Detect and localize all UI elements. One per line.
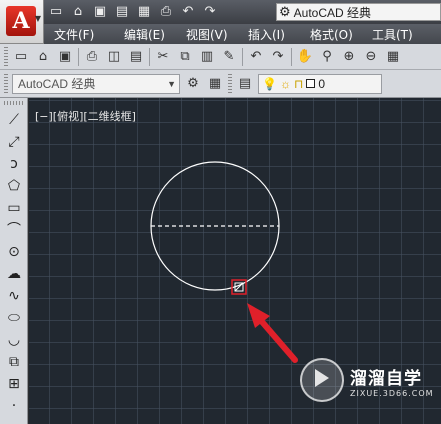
toolbar-grip[interactable]	[4, 46, 8, 67]
insert-block-icon[interactable]: ⧉	[4, 352, 24, 372]
layer-combo[interactable]: 💡 ☼ ⊓ 0	[258, 73, 382, 94]
saveas-icon[interactable]: ▤	[114, 4, 130, 20]
lightbulb-icon: 💡	[262, 76, 277, 91]
watermark-url: ZIXUE.3D66.COM	[350, 389, 434, 398]
toolbar-divider	[78, 47, 79, 66]
ellipse-arc-icon[interactable]: ◡	[4, 330, 24, 350]
arc-icon[interactable]: ⌒	[4, 220, 24, 240]
menu-format[interactable]: 格式(O)	[298, 26, 360, 43]
new-icon[interactable]: ▭	[48, 4, 64, 20]
undo-icon[interactable]: ↶	[247, 48, 265, 66]
publish-icon[interactable]: ▤	[127, 48, 145, 66]
redo-icon[interactable]: ↷	[202, 4, 218, 20]
polygon-icon[interactable]: ⬠	[4, 176, 24, 196]
spline-icon[interactable]: ∿	[4, 286, 24, 306]
toolbar-divider	[291, 47, 292, 66]
redo-icon[interactable]: ↷	[269, 48, 287, 66]
autocad-logo-icon: A	[6, 6, 36, 36]
copy-icon[interactable]: ⧉	[176, 48, 194, 66]
line-icon[interactable]: ⟋	[4, 110, 24, 130]
workspace-layers-toolbar: AutoCAD 经典 ▼ ⚙ ▦ ▤ 💡 ☼ ⊓ 0	[0, 70, 441, 98]
circle-icon[interactable]: ⊙	[4, 242, 24, 262]
revision-cloud-icon[interactable]: ☁	[4, 264, 24, 284]
chevron-down-icon: ▼	[34, 14, 41, 23]
workspace-title: AutoCAD 经典	[293, 5, 372, 20]
save-icon[interactable]: ▣	[92, 4, 108, 20]
pointer-arrow-shaft	[254, 313, 298, 363]
publish-icon[interactable]: ▦	[136, 4, 152, 20]
menu-bar: 文件(F) 编辑(E) 视图(V) 插入(I) 格式(O) 工具(T)	[44, 24, 441, 44]
ellipse-icon[interactable]: ⬭	[4, 308, 24, 328]
make-block-icon[interactable]: ⊞	[4, 374, 24, 394]
toolbar-divider	[242, 47, 243, 66]
play-icon	[315, 369, 329, 387]
watermark: 溜溜自学 ZIXUE.3D66.COM	[300, 354, 433, 410]
toolbar-grip[interactable]	[228, 73, 232, 94]
open-icon[interactable]: ⌂	[34, 48, 52, 66]
plot-icon[interactable]: ⎙	[158, 4, 174, 20]
menu-insert[interactable]: 插入(I)	[236, 26, 298, 43]
standard-toolbar: ▭ ⌂ ▣ ⎙ ◫ ▤ ✂ ⧉ ▥ ✎ ↶ ↷ ✋ ⚲ ⊕ ⊖ ▦	[0, 44, 441, 70]
match-properties-icon[interactable]: ✎	[220, 48, 238, 66]
polyline-icon[interactable]: ↄ	[4, 154, 24, 174]
layer-manager-icon[interactable]: ▤	[236, 75, 254, 93]
workspace-combo[interactable]: AutoCAD 经典 ▼	[12, 73, 180, 94]
watermark-brand: 溜溜自学	[350, 369, 422, 389]
zoom-previous-icon[interactable]: ⊖	[362, 48, 380, 66]
draw-toolbar: ⟋ ⤢ ↄ ⬠ ▭ ⌒ ⊙ ☁ ∿ ⬭ ◡ ⧉ ⊞ ·	[0, 98, 28, 424]
properties-icon[interactable]: ▦	[384, 48, 402, 66]
point-icon[interactable]: ·	[4, 396, 24, 416]
menu-tools[interactable]: 工具(T)	[360, 26, 422, 43]
paste-icon[interactable]: ▥	[198, 48, 216, 66]
toolbar-grip[interactable]	[4, 73, 8, 94]
chevron-down-icon: ▼	[167, 78, 176, 89]
sun-icon: ☼	[279, 76, 291, 91]
rectangle-icon[interactable]: ▭	[4, 198, 24, 218]
pan-icon[interactable]: ✋	[296, 48, 314, 66]
workspace-settings-icon[interactable]: ⚙	[184, 75, 202, 93]
menu-view[interactable]: 视图(V)	[174, 26, 236, 43]
gear-icon: ⚙	[279, 4, 291, 19]
plot-icon[interactable]: ⎙	[83, 48, 101, 66]
menu-edit[interactable]: 编辑(E)	[112, 26, 174, 43]
new-icon[interactable]: ▭	[12, 48, 30, 66]
workspace-combo-value: AutoCAD 经典	[18, 77, 96, 91]
menu-file[interactable]: 文件(F)	[44, 26, 112, 43]
application-menu-button[interactable]: A ▼	[0, 0, 44, 44]
toolbar-grip[interactable]	[4, 101, 24, 105]
cut-icon[interactable]: ✂	[154, 48, 172, 66]
layer-name: 0	[318, 76, 326, 91]
lock-icon: ⊓	[293, 76, 304, 91]
toolbar-divider	[149, 47, 150, 66]
save-icon[interactable]: ▣	[56, 48, 74, 66]
construction-line-icon[interactable]: ⤢	[4, 132, 24, 152]
customize-icon[interactable]: ▦	[206, 75, 224, 93]
zoom-window-icon[interactable]: ⊕	[340, 48, 358, 66]
zoom-realtime-icon[interactable]: ⚲	[318, 48, 336, 66]
undo-icon[interactable]: ↶	[180, 4, 196, 20]
quick-access-toolbar: ▭ ⌂ ▣ ▤ ▦ ⎙ ↶ ↷	[48, 2, 218, 22]
plot-preview-icon[interactable]: ◫	[105, 48, 123, 66]
workspace-selector[interactable]: ⚙ AutoCAD 经典	[276, 3, 441, 21]
color-swatch-icon	[306, 79, 316, 88]
open-icon[interactable]: ⌂	[70, 4, 86, 20]
